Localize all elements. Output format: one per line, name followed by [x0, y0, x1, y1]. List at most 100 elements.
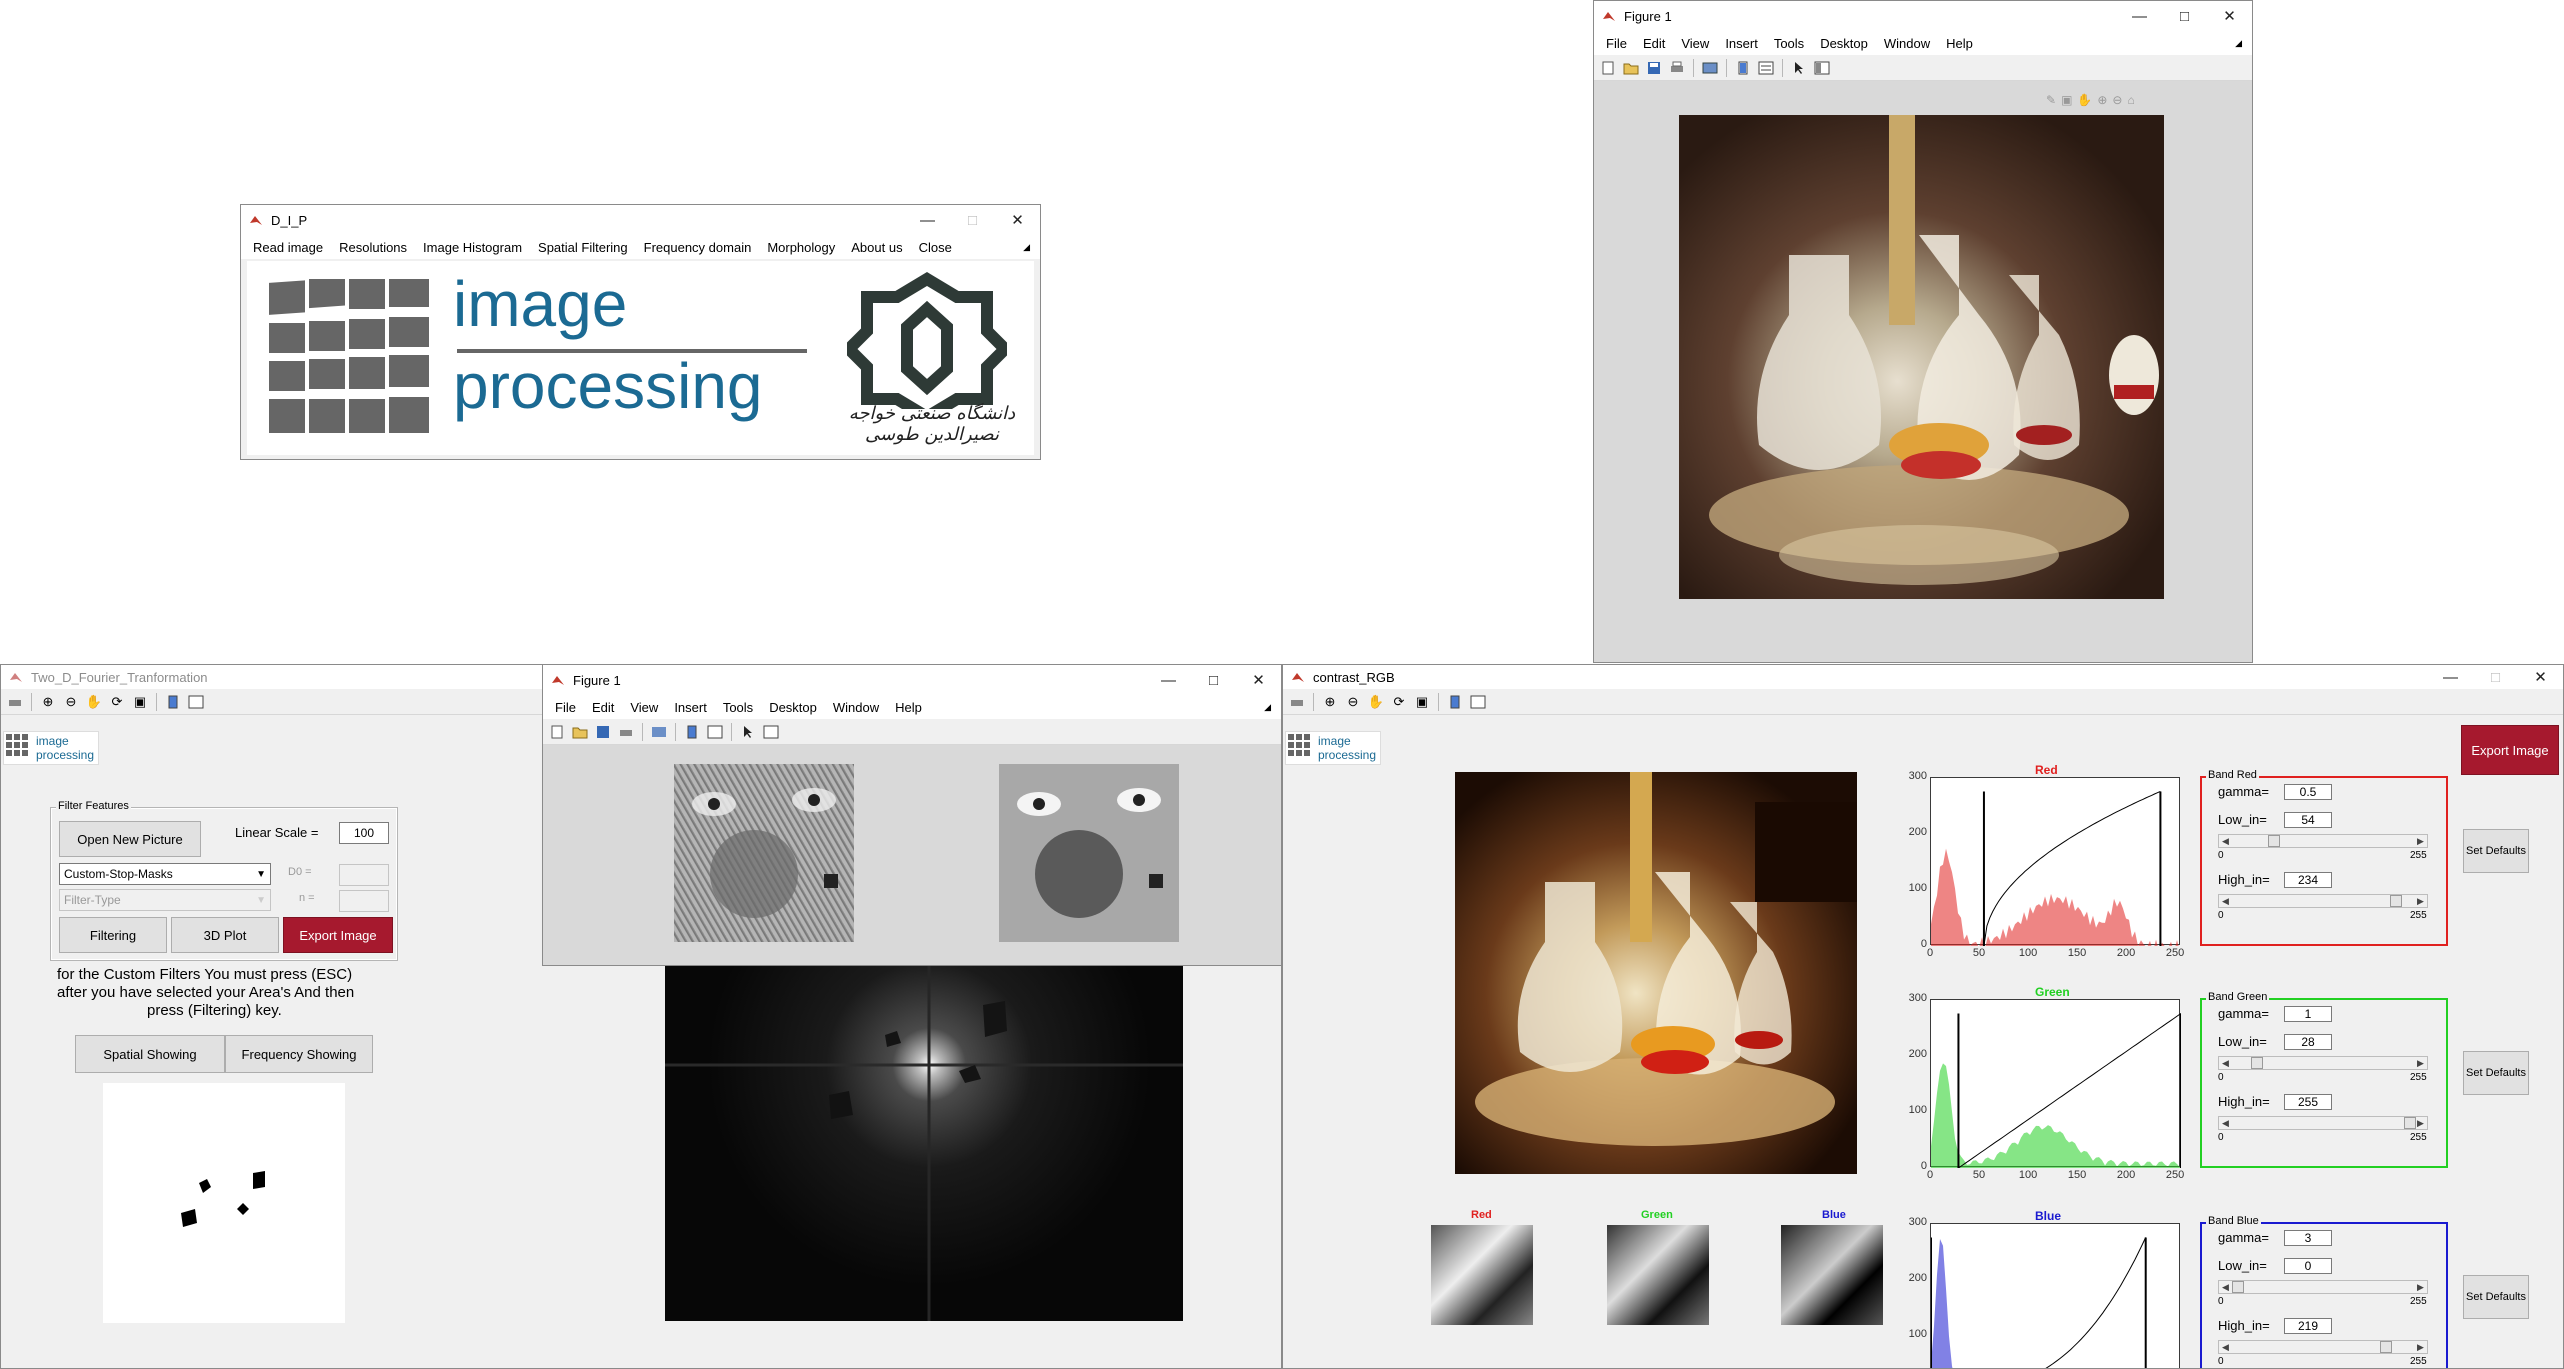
low-in-slider[interactable]: ◀ ▶ — [2218, 1056, 2428, 1070]
fig_top-menu-tools[interactable]: Tools — [1766, 36, 1812, 51]
zoom-in-icon[interactable]: ⊕ — [38, 692, 58, 712]
low-in-input[interactable]: 28 — [2284, 1034, 2332, 1050]
contrast-titlebar[interactable]: contrast_RGB — [1283, 665, 2563, 689]
zoom-out-icon[interactable]: ⊖ — [61, 692, 81, 712]
new-figure-icon[interactable] — [547, 722, 567, 742]
fig_top-menu-desktop[interactable]: Desktop — [1812, 36, 1876, 51]
minimize-icon[interactable]: — — [1146, 665, 1191, 695]
3d-plot-button[interactable]: 3D Plot — [171, 917, 279, 953]
slider-right-arrow-icon[interactable]: ▶ — [2414, 1117, 2427, 1129]
colorbar-icon[interactable] — [163, 692, 183, 712]
slider-thumb[interactable] — [2389, 895, 2402, 907]
save-icon[interactable] — [1644, 58, 1664, 78]
gamma-input[interactable]: 1 — [2284, 1006, 2332, 1022]
set-defaults-button-2[interactable]: Set Defaults — [2463, 1275, 2529, 1319]
pan-icon[interactable]: ✋ — [2077, 93, 2092, 109]
zoom-in-icon[interactable]: ⊕ — [2097, 93, 2107, 109]
minimize-icon[interactable]: — — [2428, 665, 2473, 689]
close-icon[interactable]: ✕ — [1236, 665, 1281, 695]
legend-icon[interactable] — [1468, 692, 1488, 712]
pan-icon[interactable]: ✋ — [1366, 692, 1386, 712]
fig_top-menu-insert[interactable]: Insert — [1717, 36, 1766, 51]
mask-select[interactable]: Custom-Stop-Masks ▼ — [59, 863, 271, 885]
slider-left-arrow-icon[interactable]: ◀ — [2219, 1057, 2232, 1069]
datatip-icon[interactable]: ▣ — [2061, 93, 2072, 109]
print-icon[interactable] — [1287, 692, 1307, 712]
frequency-showing-button[interactable]: Frequency Showing — [225, 1035, 373, 1073]
slider-right-arrow-icon[interactable]: ▶ — [2414, 1281, 2427, 1293]
datatip-icon[interactable]: ▣ — [130, 692, 150, 712]
legend-icon[interactable] — [186, 692, 206, 712]
close-icon[interactable]: ✕ — [2518, 665, 2563, 689]
slider-left-arrow-icon[interactable]: ◀ — [2219, 1117, 2232, 1129]
fig_top-menu-view[interactable]: View — [1673, 36, 1717, 51]
fig_mid-menu-tools[interactable]: Tools — [715, 700, 761, 715]
legend-icon[interactable] — [705, 722, 725, 742]
minimize-icon[interactable]: — — [905, 205, 950, 235]
print-icon[interactable] — [5, 692, 25, 712]
edit-plot-icon[interactable] — [738, 722, 758, 742]
high-in-input[interactable]: 234 — [2284, 872, 2332, 888]
slider-thumb[interactable] — [2268, 835, 2281, 847]
slider-thumb[interactable] — [2232, 1281, 2244, 1293]
rotate-icon[interactable]: ⟳ — [107, 692, 127, 712]
dip-menu-frequency-domain[interactable]: Frequency domain — [636, 240, 760, 255]
menu-overflow-icon[interactable]: ◢ — [1015, 242, 1038, 253]
new-figure-icon[interactable] — [1598, 58, 1618, 78]
pan-icon[interactable]: ✋ — [84, 692, 104, 712]
open-new-picture-button[interactable]: Open New Picture — [59, 821, 201, 857]
maximize-icon[interactable]: □ — [2162, 1, 2207, 31]
link-plot-icon[interactable] — [1700, 58, 1720, 78]
zoom-out-icon[interactable]: ⊖ — [2112, 93, 2122, 109]
datatip-icon[interactable]: ▣ — [1412, 692, 1432, 712]
close-icon[interactable]: ✕ — [995, 205, 1040, 235]
colorbar-icon[interactable] — [682, 722, 702, 742]
dip-menu-morphology[interactable]: Morphology — [759, 240, 843, 255]
colorbar-icon[interactable] — [1733, 58, 1753, 78]
property-inspector-icon[interactable] — [1812, 58, 1832, 78]
high-in-slider[interactable]: ◀ ▶ — [2218, 1116, 2428, 1130]
slider-right-arrow-icon[interactable]: ▶ — [2414, 835, 2427, 847]
fig_mid-menu-help[interactable]: Help — [887, 700, 930, 715]
legend-icon[interactable] — [1756, 58, 1776, 78]
fig_top-menu-window[interactable]: Window — [1876, 36, 1938, 51]
dip-menu-spatial-filtering[interactable]: Spatial Filtering — [530, 240, 636, 255]
gamma-input[interactable]: 0.5 — [2284, 784, 2332, 800]
fig_mid-menu-view[interactable]: View — [622, 700, 666, 715]
dip-menu-read-image[interactable]: Read image — [245, 240, 331, 255]
high-in-input[interactable]: 219 — [2284, 1318, 2332, 1334]
slider-left-arrow-icon[interactable]: ◀ — [2219, 1281, 2232, 1293]
spatial-showing-button[interactable]: Spatial Showing — [75, 1035, 225, 1073]
dip-menu-close[interactable]: Close — [911, 240, 960, 255]
property-inspector-icon[interactable] — [761, 722, 781, 742]
fig_mid-menu-window[interactable]: Window — [825, 700, 887, 715]
dip-menu-image-histogram[interactable]: Image Histogram — [415, 240, 530, 255]
rotate-icon[interactable]: ⟳ — [1389, 692, 1409, 712]
zoom-out-icon[interactable]: ⊖ — [1343, 692, 1363, 712]
open-file-icon[interactable] — [1621, 58, 1641, 78]
close-icon[interactable]: ✕ — [2207, 1, 2252, 31]
gamma-input[interactable]: 3 — [2284, 1230, 2332, 1246]
menu-overflow-icon[interactable]: ◢ — [1256, 702, 1279, 713]
slider-right-arrow-icon[interactable]: ▶ — [2414, 1341, 2427, 1353]
set-defaults-button-1[interactable]: Set Defaults — [2463, 1051, 2529, 1095]
fig_mid-menu-file[interactable]: File — [547, 700, 584, 715]
slider-left-arrow-icon[interactable]: ◀ — [2219, 1341, 2232, 1353]
low-in-slider[interactable]: ◀ ▶ — [2218, 834, 2428, 848]
slider-left-arrow-icon[interactable]: ◀ — [2219, 835, 2232, 847]
save-icon[interactable] — [593, 722, 613, 742]
contrast-export-image-button[interactable]: Export Image — [2461, 725, 2559, 775]
minimize-icon[interactable]: — — [2117, 1, 2162, 31]
fig_top-menu-help[interactable]: Help — [1938, 36, 1981, 51]
zoom-in-icon[interactable]: ⊕ — [1320, 692, 1340, 712]
slider-thumb[interactable] — [2250, 1057, 2263, 1069]
link-plot-icon[interactable] — [649, 722, 669, 742]
high-in-slider[interactable]: ◀ ▶ — [2218, 894, 2428, 908]
linear-scale-input[interactable]: 100 — [339, 822, 389, 844]
low-in-input[interactable]: 0 — [2284, 1258, 2332, 1274]
high-in-input[interactable]: 255 — [2284, 1094, 2332, 1110]
home-icon[interactable]: ⌂ — [2127, 93, 2134, 109]
dip-menu-about-us[interactable]: About us — [843, 240, 910, 255]
fig_top-menu-edit[interactable]: Edit — [1635, 36, 1673, 51]
slider-right-arrow-icon[interactable]: ▶ — [2414, 1057, 2427, 1069]
